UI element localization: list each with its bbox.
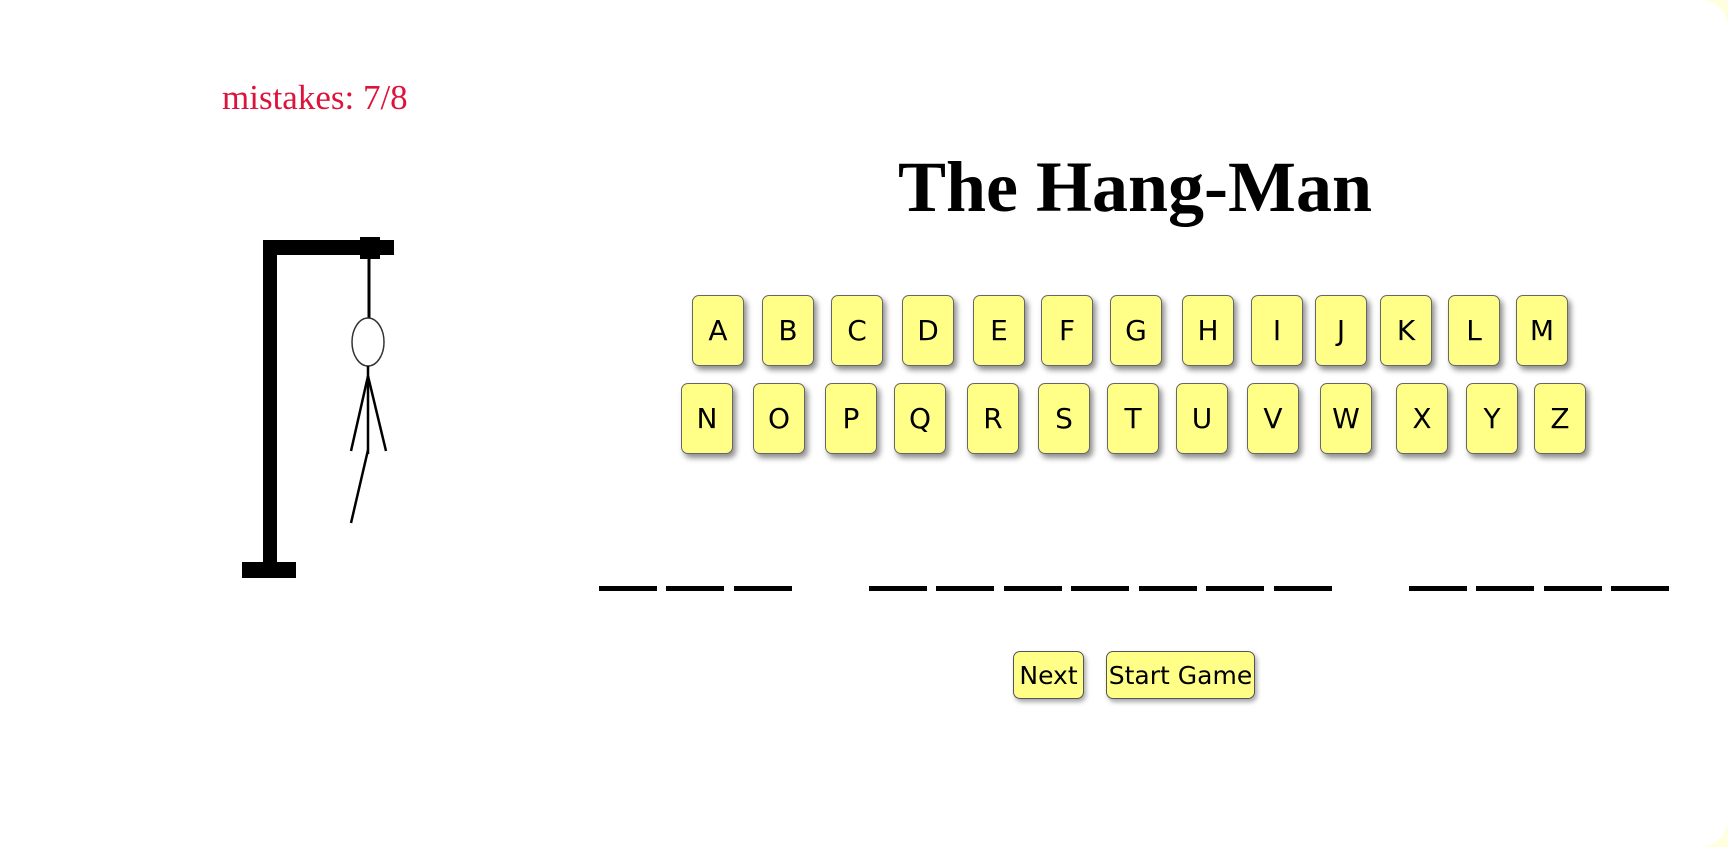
letter-slot: [936, 586, 994, 591]
gallows-base: [242, 562, 296, 578]
mistakes-counter: mistakes: 7/8: [222, 78, 408, 117]
letter-key-y[interactable]: Y: [1466, 383, 1518, 454]
letter-slot: [1476, 586, 1534, 591]
letter-key-h[interactable]: H: [1182, 295, 1234, 366]
letter-key-z[interactable]: Z: [1534, 383, 1586, 454]
letter-slot: [1274, 586, 1332, 591]
letter-key-k[interactable]: K: [1380, 295, 1432, 366]
letter-key-e[interactable]: E: [973, 295, 1025, 366]
letter-key-f[interactable]: F: [1041, 295, 1093, 366]
page-title: The Hang-Man: [897, 147, 1373, 227]
letter-key-d[interactable]: D: [902, 295, 954, 366]
letter-key-a[interactable]: A: [692, 295, 744, 366]
letter-slot: [1004, 586, 1062, 591]
hangman-drawing: [242, 237, 394, 578]
letter-key-x[interactable]: X: [1396, 383, 1448, 454]
letter-key-v[interactable]: V: [1247, 383, 1299, 454]
game-card: mistakes: 7/8 The Hang-Man A B C D E F G…: [0, 0, 1728, 847]
letter-key-m[interactable]: M: [1516, 295, 1568, 366]
letter-key-n[interactable]: N: [681, 383, 733, 454]
right-arm: [366, 375, 388, 452]
gallows: [242, 240, 394, 578]
head: [351, 317, 385, 367]
letter-key-p[interactable]: P: [825, 383, 877, 454]
letter-slot: [1206, 586, 1264, 591]
letter-slot: [1409, 586, 1467, 591]
letter-slot: [1611, 586, 1669, 591]
start-game-button[interactable]: Start Game: [1106, 651, 1255, 699]
letter-key-g[interactable]: G: [1110, 295, 1162, 366]
left-arm: [349, 375, 370, 452]
letter-key-u[interactable]: U: [1176, 383, 1228, 454]
letter-key-l[interactable]: L: [1448, 295, 1500, 366]
letter-key-i[interactable]: I: [1251, 295, 1303, 366]
letter-slot: [869, 586, 927, 591]
letter-key-o[interactable]: O: [753, 383, 805, 454]
letter-slot: [666, 586, 724, 591]
letter-key-w[interactable]: W: [1320, 383, 1372, 454]
left-leg: [349, 449, 370, 524]
letter-slot: [1544, 586, 1602, 591]
letter-key-j[interactable]: J: [1315, 295, 1367, 366]
letter-slot: [734, 586, 792, 591]
letter-slot: [1071, 586, 1129, 591]
letter-key-q[interactable]: Q: [894, 383, 946, 454]
letter-key-r[interactable]: R: [967, 383, 1019, 454]
next-button[interactable]: Next: [1013, 651, 1084, 699]
letter-key-b[interactable]: B: [762, 295, 814, 366]
letter-key-t[interactable]: T: [1107, 383, 1159, 454]
gallows-post: [263, 240, 277, 564]
letter-key-c[interactable]: C: [831, 295, 883, 366]
letter-slot: [1139, 586, 1197, 591]
letter-slot: [599, 586, 657, 591]
letter-key-s[interactable]: S: [1038, 383, 1090, 454]
